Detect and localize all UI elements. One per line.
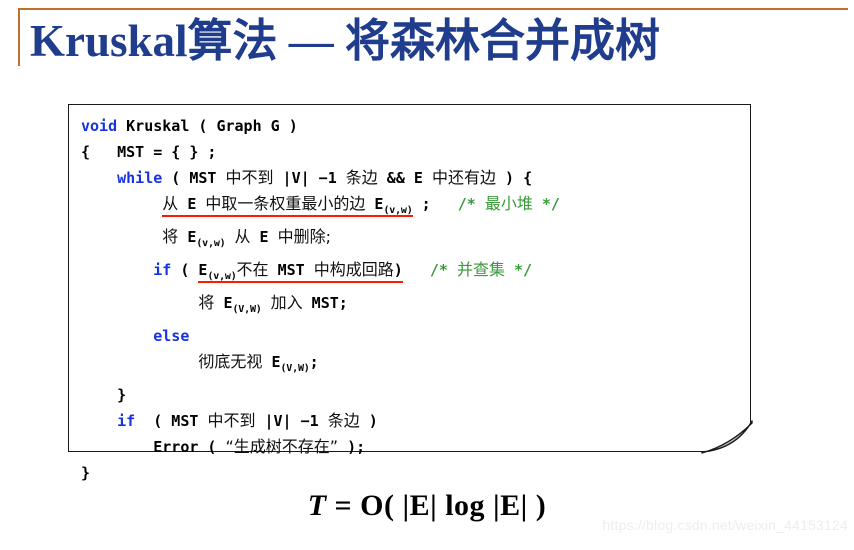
complexity-symbol: T: [307, 489, 327, 522]
code-line: while ( MST 中不到 |V| −1 条边 && E 中还有边 ) {: [117, 168, 533, 187]
slide-frame-left-rule: [18, 8, 20, 66]
han-text: 从: [162, 194, 179, 213]
keyword-if: if: [153, 261, 172, 279]
han-text: 最小堆: [484, 194, 533, 213]
han-text: 中不到: [207, 411, 256, 430]
han-text: 中取一条权重最小的边: [205, 194, 366, 213]
han-text: 不在: [236, 260, 269, 279]
keyword-if: if: [117, 412, 136, 430]
page-title: Kruskal算法 — 将森林合并成树: [30, 16, 661, 66]
subscript: (v,w): [207, 271, 237, 282]
code-line: 将 E(V,W) 加入 MST;: [198, 293, 348, 315]
han-text: 将: [162, 227, 179, 246]
code-line: Error ( “生成树不存在” );: [81, 437, 366, 456]
subscript: (v,w): [196, 238, 226, 249]
comment-min-heap: /* 最小堆 */: [457, 194, 560, 213]
han-text: “生成树不存在”: [225, 437, 339, 456]
code-line: }: [81, 386, 127, 404]
code-line: if ( E(v,w)不在 MST 中构成回路) /* 并查集 */: [153, 260, 533, 283]
han-text: 中还有边: [431, 168, 496, 187]
han-text: 彻底无视: [198, 352, 263, 371]
watermark: https://blog.csdn.net/weixin_44153124: [602, 517, 848, 533]
keyword-void: void: [81, 117, 118, 135]
code-line: 彻底无视 E(V,W);: [198, 352, 319, 374]
code-line: void Kruskal ( Graph G ): [81, 117, 298, 135]
slide-frame-top-rule: [18, 8, 848, 10]
han-text: 中不到: [225, 168, 274, 187]
code-listing-box: void Kruskal ( Graph G ) { MST = { } ; w…: [68, 104, 751, 482]
han-text: 条边: [345, 168, 378, 187]
han-text: 并查集: [456, 260, 505, 279]
code-line: if ( MST 中不到 |V| −1 条边 ): [117, 411, 378, 430]
complexity-equals: =: [326, 489, 361, 522]
subscript: (V,W): [280, 363, 310, 374]
han-text: 将: [198, 293, 215, 312]
han-text: 加入: [270, 293, 303, 312]
han-text: 中构成回路: [313, 260, 394, 279]
subscript: (V,W): [232, 304, 262, 315]
keyword-else: else: [153, 327, 190, 345]
comment-union-find: /* 并查集 */: [429, 260, 533, 279]
code-line: 将 E(v,w) 从 E 中删除;: [162, 227, 332, 249]
code-line: }: [81, 464, 91, 482]
han-text: 条边: [327, 411, 360, 430]
code-line: else: [81, 327, 189, 345]
keyword-while: while: [117, 169, 163, 187]
code-line: 从 E 中取一条权重最小的边 E(v,w) ; /* 最小堆 */: [162, 194, 560, 217]
red-underline-fragment: 从 E 中取一条权重最小的边 E(v,w): [162, 194, 413, 217]
han-text: 中删除;: [277, 227, 332, 246]
code-line: { MST = { } ;: [81, 143, 217, 161]
complexity-expression: O( |E| log |E| ): [360, 489, 547, 522]
han-text: 从: [234, 227, 251, 246]
red-underline-fragment: E(v,w)不在 MST 中构成回路): [198, 260, 403, 283]
subscript: (v,w): [383, 205, 413, 216]
code-listing: void Kruskal ( Graph G ) { MST = { } ; w…: [81, 113, 560, 486]
